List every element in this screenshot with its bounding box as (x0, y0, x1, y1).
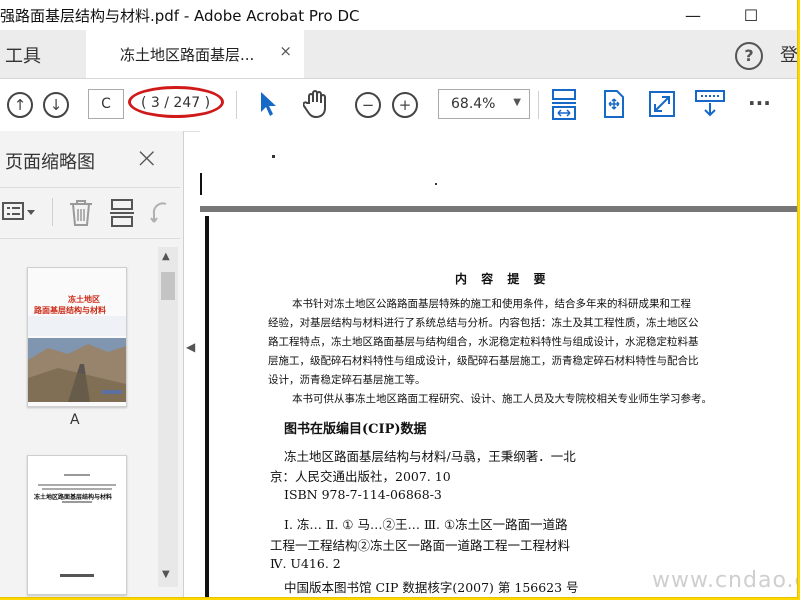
summary-heading: 内 容 提 要 (455, 272, 551, 286)
chevron-down-icon: ▼ (513, 97, 521, 108)
cip-line: Ⅰ. 冻… Ⅱ. ① 马…②王… Ⅲ. ①冻土区一路面一道路 (284, 517, 568, 532)
cip-line: Ⅳ. U416. 2 (270, 556, 341, 571)
main-toolbar: ↑ ↓ C ( 3 / 247 ) − + 68.4% ▼ ··· (0, 79, 797, 132)
cip-heading: 图书在版编目(CIP)数据 (284, 422, 427, 437)
scroll-up-icon[interactable]: ▲ (162, 251, 170, 262)
cover-image (28, 268, 126, 406)
thumbnail-scrollbar[interactable]: ▲ ▼ (158, 247, 178, 587)
extract-icon[interactable] (109, 199, 135, 227)
minimize-button[interactable]: — (670, 0, 716, 30)
rotate-icon[interactable] (600, 90, 626, 118)
tab-bar: 工具 冻土地区路面基层... × ? 登 (0, 30, 797, 79)
more-icon[interactable]: ··· (748, 91, 771, 115)
scroll-thumb[interactable] (161, 272, 175, 300)
page-thumbnails-panel: 页面缩略图 × ▲ ▼ 冻土地区 路面基层结构与材料 A 冻土地区路面基层结构与… (0, 131, 184, 597)
options-icon[interactable] (2, 202, 36, 222)
undo-icon[interactable] (150, 200, 172, 226)
cip-line: 京：人民交通出版社，2007. 10 (270, 469, 451, 484)
zoom-select[interactable]: 68.4% ▼ (438, 89, 530, 119)
summary-line: 本书针对冻土地区公路路面基层特殊的施工和使用条件，结合多年来的科研成果和工程 (292, 298, 691, 310)
fullscreen-icon[interactable] (649, 91, 675, 117)
fit-width-icon[interactable] (550, 89, 578, 121)
summary-line: 设计，沥青稳定碎石基层施工等。 (268, 374, 426, 386)
tab-document-label: 冻土地区路面基层... (120, 46, 255, 64)
down-circle-icon[interactable]: ↓ (43, 92, 69, 118)
scroll-down-icon[interactable]: ▼ (162, 569, 170, 580)
panel-collapse-arrow[interactable]: ◀ (186, 340, 195, 354)
page-number-input[interactable]: C (88, 89, 124, 119)
site-watermark: www.cndao.com (652, 568, 797, 593)
title-page-image (28, 456, 126, 594)
page-thumbnail-title-page[interactable]: 冻土地区路面基层结构与材料 (27, 455, 127, 595)
zoom-out-icon[interactable]: − (355, 92, 381, 118)
thumb-cover-title-line2: 路面基层结构与材料 (34, 306, 106, 315)
zoom-value: 68.4% (451, 96, 496, 112)
up-circle-icon[interactable]: ↑ (7, 92, 33, 118)
panel-close-button[interactable]: × (135, 141, 158, 174)
document-viewer[interactable]: 内 容 提 要 本书针对冻土地区公路路面基层特殊的施工和使用条件，结合多年来的科… (200, 131, 797, 597)
title-bar: 强路面基层结构与材料.pdf - Adobe Acrobat Pro DC — … (0, 0, 797, 30)
toolbar-divider (236, 91, 237, 119)
summary-line: 经验，对基层结构与材料进行了系统总结与分析。内容包括：冻土及其工程性质，冻土地区… (268, 317, 699, 329)
page-edge (205, 216, 209, 597)
summary-line: 本书可供从事冻土地区路面工程研究、设计、施工人员及大专院校相关专业师生学习参考。 (292, 393, 712, 405)
thumbnail-label: A (70, 412, 80, 428)
thumb-title-page-text: 冻土地区路面基层结构与材料 (34, 494, 113, 501)
tab-tools[interactable]: 工具 (5, 42, 41, 68)
panel-title: 页面缩略图 (5, 152, 95, 173)
hand-icon[interactable] (303, 89, 331, 119)
cip-line: 冻土地区路面基层结构与材料/马骉，王秉纲著．一北 (284, 449, 576, 464)
cip-line: ISBN 978-7-114-06868-3 (284, 487, 442, 502)
thumb-cover-title-line1: 冻土地区 (68, 295, 100, 304)
zoom-in-icon[interactable]: + (392, 92, 418, 118)
help-icon[interactable]: ? (735, 42, 763, 70)
page-speck (272, 155, 275, 158)
tab-close-button[interactable]: × (279, 42, 292, 60)
trash-icon[interactable] (68, 199, 94, 227)
read-mode-icon[interactable] (694, 89, 726, 119)
maximize-button[interactable]: ☐ (728, 0, 774, 30)
red-annotation-oval (128, 86, 224, 118)
page-thumbnail-cover[interactable]: 冻土地区 路面基层结构与材料 (27, 267, 127, 407)
page-edge (200, 173, 202, 195)
summary-line: 层施工，级配碎石材料特性与组成设计，级配碎石基层施工，沥青稳定碎石材料特性与配合… (268, 355, 699, 367)
cip-line: 中国版本图书馆 CIP 数据核字(2007) 第 156623 号 (284, 580, 579, 595)
panel-divider (52, 198, 53, 226)
panel-toolbar (0, 187, 180, 239)
page-break (200, 206, 797, 212)
signin-link[interactable]: 登 (780, 41, 797, 67)
window-title: 强路面基层结构与材料.pdf - Adobe Acrobat Pro DC (0, 7, 360, 25)
select-arrow-icon[interactable] (259, 91, 277, 117)
page-speck (435, 183, 437, 185)
tab-document[interactable]: 冻土地区路面基层... × (86, 30, 304, 78)
acrobat-window: 强路面基层结构与材料.pdf - Adobe Acrobat Pro DC — … (0, 0, 798, 598)
toolbar-divider (538, 91, 539, 119)
cip-line: 工程一工程结构②冻土区一路面一道路工程一工程材料 (270, 538, 571, 553)
summary-line: 路工程特点，冻土地区路面基层与结构组合，水泥稳定粒料特性与组成设计，水泥稳定粒料… (268, 336, 699, 348)
